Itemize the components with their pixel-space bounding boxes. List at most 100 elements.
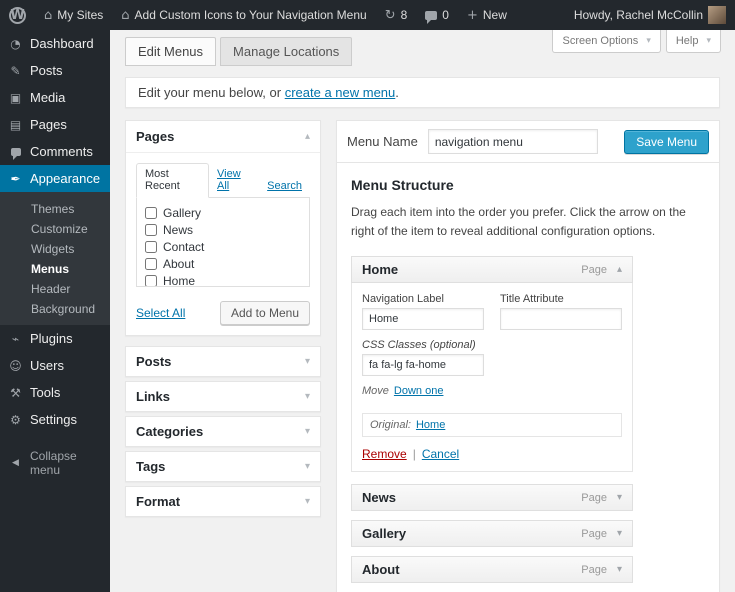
submenu-item-menus[interactable]: Menus bbox=[0, 259, 110, 279]
sidebar-item-plugins[interactable]: ⌁ Plugins bbox=[0, 325, 110, 352]
tools-icon: ⚒ bbox=[10, 385, 21, 400]
add-to-menu-button[interactable]: Add to Menu bbox=[219, 301, 310, 325]
sidebar-item-settings[interactable]: ⚙ Settings bbox=[0, 406, 110, 433]
site-title: Add Custom Icons to Your Navigation Menu bbox=[134, 8, 367, 22]
chevron-down-icon[interactable]: ▾ bbox=[305, 496, 310, 507]
pages-panel-title: Pages bbox=[136, 129, 175, 144]
page-checkbox[interactable] bbox=[145, 275, 157, 286]
tab-search[interactable]: Search bbox=[259, 176, 310, 197]
updates-menu[interactable]: ↻ 8 bbox=[376, 0, 417, 30]
original-home-link[interactable]: Home bbox=[416, 419, 445, 431]
notice-box: Edit your menu below, or create a new me… bbox=[125, 77, 720, 108]
page-checkbox-item[interactable]: Contact bbox=[145, 240, 301, 254]
chevron-up-icon[interactable]: ▴ bbox=[305, 131, 310, 142]
page-checkbox-item[interactable]: News bbox=[145, 223, 301, 237]
page-checkbox[interactable] bbox=[145, 207, 157, 219]
settings-icon: ⚙ bbox=[10, 412, 21, 427]
pages-panel-header[interactable]: Pages ▴ bbox=[126, 121, 320, 153]
menu-structure-help: Drag each item into the order you prefer… bbox=[351, 205, 686, 238]
nav-label-input[interactable] bbox=[362, 308, 484, 331]
chevron-down-icon[interactable]: ▾ bbox=[305, 461, 310, 472]
my-sites-menu[interactable]: ⌂ My Sites bbox=[35, 0, 112, 30]
admin-bar: W ⌂ My Sites ⌂ Add Custom Icons to Your … bbox=[0, 0, 735, 30]
chevron-down-icon[interactable]: ▾ bbox=[617, 492, 622, 503]
submenu-item-background[interactable]: Background bbox=[0, 299, 110, 319]
page-checkbox-item[interactable]: About bbox=[145, 257, 301, 271]
menu-item-news[interactable]: News Page ▾ bbox=[351, 484, 633, 512]
page-checkbox-item[interactable]: Home bbox=[145, 274, 301, 287]
menu-name-input[interactable] bbox=[427, 129, 598, 154]
menu-item-gallery[interactable]: Gallery Page ▾ bbox=[351, 520, 633, 548]
sidebar-item-label: Appearance bbox=[30, 171, 101, 186]
submenu-item-themes[interactable]: Themes bbox=[0, 199, 110, 219]
menu-item-type: Page bbox=[581, 563, 607, 576]
submenu-item-widgets[interactable]: Widgets bbox=[0, 239, 110, 259]
chevron-down-icon[interactable]: ▾ bbox=[617, 528, 622, 539]
avatar bbox=[708, 6, 726, 24]
remove-link[interactable]: Remove bbox=[362, 447, 407, 461]
my-account-menu[interactable]: Howdy, Rachel McCollin bbox=[565, 0, 735, 30]
menu-item-title: Home bbox=[362, 262, 399, 278]
sidebar-item-label: Comments bbox=[30, 144, 93, 159]
sidebar-item-label: Users bbox=[30, 358, 64, 373]
plugins-icon: ⌁ bbox=[11, 331, 20, 346]
page-checkbox[interactable] bbox=[145, 224, 157, 236]
submenu-item-header[interactable]: Header bbox=[0, 279, 110, 299]
pages-subtabs: Most Recent View All Search bbox=[136, 153, 310, 198]
title-attr-field: Title Attribute bbox=[500, 293, 622, 331]
pages-checklist: Gallery News Contact About Home bbox=[136, 197, 310, 287]
chevron-down-icon[interactable]: ▾ bbox=[305, 426, 310, 437]
sidebar-item-label: Tools bbox=[30, 385, 61, 400]
sidebar-item-pages[interactable]: ▤ Pages bbox=[0, 111, 110, 138]
css-classes-input[interactable] bbox=[362, 354, 484, 377]
chevron-down-icon[interactable]: ▾ bbox=[617, 564, 622, 575]
page-checkbox[interactable] bbox=[145, 258, 157, 270]
panel-tags[interactable]: Tags ▾ bbox=[125, 451, 321, 482]
help-button[interactable]: Help ▾ bbox=[665, 30, 721, 53]
title-attr-input[interactable] bbox=[500, 308, 622, 331]
select-all-link[interactable]: Select All bbox=[136, 306, 185, 320]
move-row: Move Down one bbox=[362, 385, 622, 397]
sidebar-item-media[interactable]: ▣ Media bbox=[0, 84, 110, 111]
menu-item-settings-home: Navigation Label Title Attribute CSS Cla… bbox=[351, 283, 633, 473]
chevron-down-icon[interactable]: ▾ bbox=[305, 356, 310, 367]
menu-item-about[interactable]: About Page ▾ bbox=[351, 556, 633, 584]
collapse-menu-button[interactable]: ◀ Collapse menu bbox=[0, 443, 110, 483]
sidebar-item-appearance[interactable]: ✒ Appearance bbox=[0, 165, 110, 192]
chevron-down-icon[interactable]: ▾ bbox=[305, 391, 310, 402]
sidebar-item-posts[interactable]: ✎ Posts bbox=[0, 57, 110, 84]
wordpress-logo-menu[interactable]: W bbox=[0, 0, 35, 30]
sidebar-item-tools[interactable]: ⚒ Tools bbox=[0, 379, 110, 406]
tab-edit-menus[interactable]: Edit Menus bbox=[125, 37, 217, 66]
panel-title: Posts bbox=[136, 354, 172, 369]
sidebar-item-users[interactable]: ☺ Users bbox=[0, 352, 110, 379]
panel-title: Tags bbox=[136, 459, 166, 474]
submenu-item-customize[interactable]: Customize bbox=[0, 219, 110, 239]
tab-manage-locations[interactable]: Manage Locations bbox=[220, 37, 353, 66]
site-name-menu[interactable]: ⌂ Add Custom Icons to Your Navigation Me… bbox=[112, 0, 375, 30]
new-content-menu[interactable]: + New bbox=[458, 0, 516, 30]
page-checkbox[interactable] bbox=[145, 241, 157, 253]
tab-view-all[interactable]: View All bbox=[209, 164, 259, 197]
move-down-link[interactable]: Down one bbox=[394, 385, 444, 397]
menu-item-type: Page bbox=[581, 263, 607, 276]
nav-tabs: Edit Menus Manage Locations bbox=[125, 37, 353, 66]
panel-links[interactable]: Links ▾ bbox=[125, 381, 321, 412]
page-checkbox-item[interactable]: Gallery bbox=[145, 206, 301, 220]
panel-posts[interactable]: Posts ▾ bbox=[125, 346, 321, 377]
create-new-menu-link[interactable]: create a new menu bbox=[285, 85, 396, 100]
menu-editor: Menu Name Save Menu Menu Structure Drag … bbox=[336, 120, 720, 592]
screen-options-button[interactable]: Screen Options ▾ bbox=[552, 30, 661, 53]
panel-format[interactable]: Format ▾ bbox=[125, 486, 321, 517]
page-checkbox-label: Home bbox=[163, 274, 196, 287]
comments-menu[interactable]: 0 bbox=[416, 0, 458, 30]
tab-most-recent[interactable]: Most Recent bbox=[136, 163, 209, 198]
media-icon: ▣ bbox=[9, 90, 22, 105]
menu-item-handle-home[interactable]: Home Page ▴ bbox=[351, 256, 633, 284]
chevron-up-icon[interactable]: ▴ bbox=[617, 264, 622, 275]
cancel-link[interactable]: Cancel bbox=[422, 447, 459, 461]
sidebar-item-dashboard[interactable]: ◔ Dashboard bbox=[0, 30, 110, 57]
sidebar-item-comments[interactable]: Comments bbox=[0, 138, 110, 165]
panel-categories[interactable]: Categories ▾ bbox=[125, 416, 321, 447]
save-menu-button[interactable]: Save Menu bbox=[624, 129, 709, 154]
